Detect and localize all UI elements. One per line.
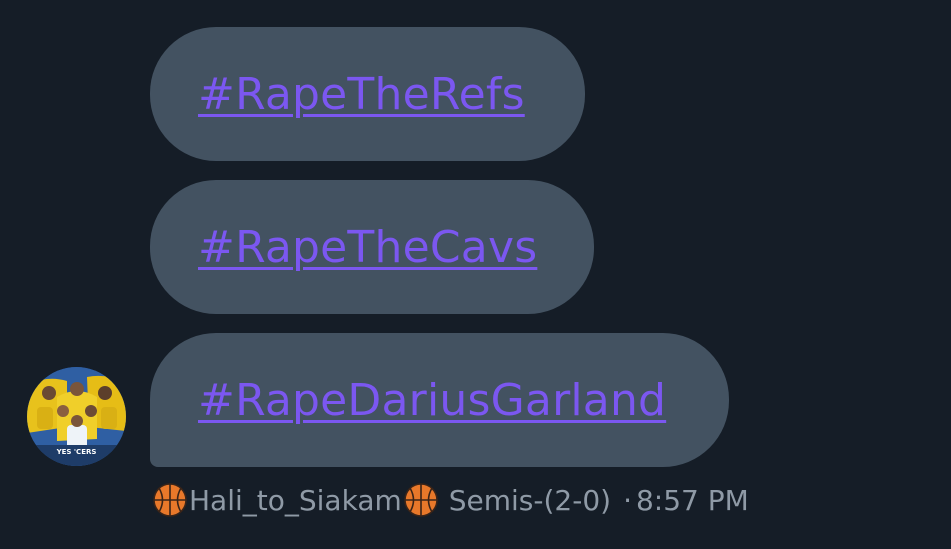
sender-status: Semis-(2-0) <box>448 483 612 517</box>
hashtag-link[interactable]: #RapeDariusGarland <box>198 375 666 426</box>
avatar-image: YES 'CERS <box>27 367 126 466</box>
message-meta: Hali_to_Siakam Semis-(2-0) · 8:57 PM <box>152 480 749 520</box>
dm-conversation: #RapeTheRefs #RapeTheCavs #RapeDariusGar… <box>0 0 951 549</box>
avatar[interactable]: YES 'CERS <box>27 367 126 466</box>
hashtag-link[interactable]: #RapeTheCavs <box>198 222 537 273</box>
message-timestamp: 8:57 PM <box>635 483 749 517</box>
basketball-icon <box>152 482 188 518</box>
hashtag-link[interactable]: #RapeTheRefs <box>198 69 525 120</box>
message-bubble[interactable]: #RapeTheCavs <box>150 180 594 314</box>
basketball-icon <box>403 482 439 518</box>
avatar-caption: YES 'CERS <box>56 448 97 456</box>
message-bubble[interactable]: #RapeTheRefs <box>150 27 585 161</box>
meta-separator: · <box>623 483 632 517</box>
message-bubble[interactable]: #RapeDariusGarland <box>150 333 729 467</box>
sender-name[interactable]: Hali_to_Siakam <box>189 484 402 517</box>
